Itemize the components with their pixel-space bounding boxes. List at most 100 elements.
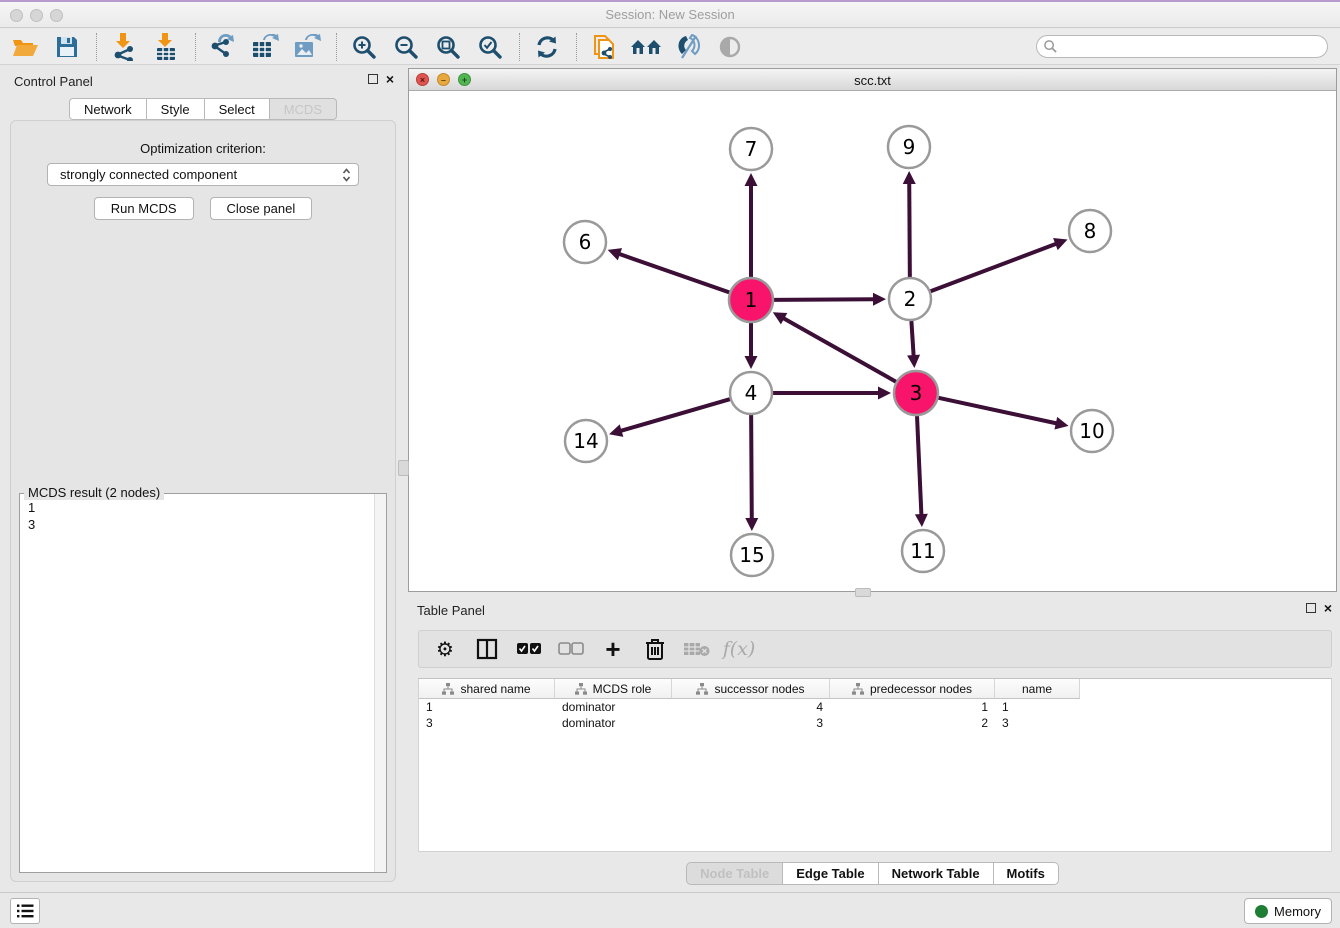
graph-node[interactable]: 2 bbox=[889, 278, 931, 320]
graph-edge[interactable] bbox=[774, 293, 886, 306]
delete-column-icon[interactable] bbox=[641, 635, 669, 663]
cell-name[interactable]: 3 bbox=[995, 715, 1080, 731]
graph-node[interactable]: 1 bbox=[729, 278, 773, 322]
graph-node[interactable]: 11 bbox=[902, 530, 944, 572]
cell-successor-nodes[interactable]: 4 bbox=[672, 699, 830, 715]
select-all-icon[interactable] bbox=[515, 635, 543, 663]
tab-motifs[interactable]: Motifs bbox=[994, 862, 1059, 885]
first-neighbors-icon[interactable] bbox=[629, 32, 663, 62]
network-frame-titlebar[interactable]: × – + scc.txt bbox=[409, 69, 1336, 91]
table-tabs: Node Table Edge Table Network Table Moti… bbox=[405, 862, 1340, 885]
graph-edge[interactable] bbox=[745, 323, 758, 369]
search-field[interactable] bbox=[1036, 35, 1328, 58]
table-panel: Table Panel × ⚙ + f(x) bbox=[405, 597, 1340, 892]
table-panel-float-icon[interactable] bbox=[1306, 603, 1316, 613]
network-canvas[interactable]: 1 2 3 4 6 7 8 9 10 11 14 15 bbox=[409, 91, 1336, 591]
zoom-out-icon[interactable] bbox=[389, 32, 423, 62]
column-header-name[interactable]: name bbox=[995, 679, 1080, 699]
cell-successor-nodes[interactable]: 3 bbox=[672, 715, 830, 731]
edge-arrow-icon bbox=[608, 248, 622, 260]
search-input[interactable] bbox=[1058, 38, 1327, 56]
cell-shared-name[interactable]: 3 bbox=[419, 715, 555, 731]
graph-edge[interactable] bbox=[915, 416, 928, 527]
cell-predecessor-nodes[interactable]: 2 bbox=[830, 715, 995, 731]
control-panel-close-icon[interactable]: × bbox=[386, 73, 394, 85]
run-mcds-button[interactable]: Run MCDS bbox=[94, 197, 194, 220]
edge-arrow-icon bbox=[903, 171, 916, 184]
table-row[interactable]: 1 dominator 4 1 1 bbox=[419, 699, 1331, 715]
import-network-icon[interactable] bbox=[107, 32, 141, 62]
zoom-selected-icon[interactable] bbox=[473, 32, 507, 62]
export-network-icon[interactable] bbox=[206, 32, 240, 62]
memory-button[interactable]: Memory bbox=[1244, 898, 1332, 924]
graph-edge[interactable] bbox=[745, 173, 758, 277]
export-image-icon[interactable] bbox=[290, 32, 324, 62]
column-header-shared-name[interactable]: shared name bbox=[419, 679, 555, 699]
mcds-result-text[interactable]: 1 3 bbox=[20, 494, 386, 872]
graph-edge[interactable] bbox=[907, 321, 920, 368]
node-label: 14 bbox=[573, 429, 598, 453]
edge-arrow-icon bbox=[907, 355, 920, 368]
graph-edge[interactable] bbox=[938, 398, 1068, 430]
graph-node[interactable]: 8 bbox=[1069, 210, 1111, 252]
graph-node[interactable]: 10 bbox=[1071, 410, 1113, 452]
application-window: Session: New Session bbox=[0, 0, 1340, 926]
tab-select[interactable]: Select bbox=[205, 98, 270, 120]
task-history-button[interactable] bbox=[10, 898, 40, 924]
edge-arrow-icon bbox=[915, 514, 928, 527]
refresh-layout-icon[interactable] bbox=[530, 32, 564, 62]
tree-icon bbox=[575, 683, 587, 695]
close-panel-button[interactable]: Close panel bbox=[210, 197, 313, 220]
table-settings-icon[interactable]: ⚙ bbox=[431, 635, 459, 663]
graph-edge[interactable] bbox=[745, 415, 758, 531]
vertical-splitter-handle[interactable] bbox=[398, 460, 409, 476]
cell-mcds-role[interactable]: dominator bbox=[555, 715, 672, 731]
node-label: 7 bbox=[745, 137, 758, 161]
tab-network-table[interactable]: Network Table bbox=[879, 862, 994, 885]
add-column-icon[interactable]: + bbox=[599, 635, 627, 663]
apply-style-icon[interactable] bbox=[671, 32, 705, 62]
graph-edge[interactable] bbox=[773, 387, 891, 400]
cell-shared-name[interactable]: 1 bbox=[419, 699, 555, 715]
graph-edge[interactable] bbox=[608, 248, 730, 292]
mcds-result-scrollbar[interactable] bbox=[374, 494, 386, 872]
horizontal-splitter-handle[interactable] bbox=[855, 588, 871, 597]
column-header-successor-nodes[interactable]: successor nodes bbox=[672, 679, 830, 699]
graph-edge[interactable] bbox=[773, 312, 896, 381]
graph-node[interactable]: 4 bbox=[730, 372, 772, 414]
criterion-dropdown[interactable]: strongly connected component bbox=[47, 163, 359, 186]
export-table-icon[interactable] bbox=[248, 32, 282, 62]
graph-edge[interactable] bbox=[609, 399, 730, 437]
tab-network[interactable]: Network bbox=[69, 98, 147, 120]
table-panel-close-icon[interactable]: × bbox=[1324, 602, 1332, 614]
graph-node[interactable]: 6 bbox=[564, 221, 606, 263]
column-header-predecessor-nodes[interactable]: predecessor nodes bbox=[830, 679, 995, 699]
zoom-fit-icon[interactable] bbox=[431, 32, 465, 62]
clone-network-icon[interactable] bbox=[587, 32, 621, 62]
graph-edge[interactable] bbox=[931, 238, 1068, 291]
graph-edge[interactable] bbox=[903, 171, 916, 277]
show-hide-icon[interactable] bbox=[713, 32, 747, 62]
table-row[interactable]: 3 dominator 3 2 3 bbox=[419, 715, 1331, 731]
open-session-icon[interactable] bbox=[8, 32, 42, 62]
graph-node[interactable]: 9 bbox=[888, 126, 930, 168]
graph-node[interactable]: 15 bbox=[731, 534, 773, 576]
tab-edge-table[interactable]: Edge Table bbox=[783, 862, 878, 885]
tab-node-table[interactable]: Node Table bbox=[686, 862, 783, 885]
zoom-in-icon[interactable] bbox=[347, 32, 381, 62]
control-panel-float-icon[interactable] bbox=[368, 74, 378, 84]
save-session-icon[interactable] bbox=[50, 32, 84, 62]
graph-node[interactable]: 14 bbox=[565, 420, 607, 462]
deselect-all-icon[interactable] bbox=[557, 635, 585, 663]
delete-table-icon bbox=[683, 635, 711, 663]
graph-node[interactable]: 7 bbox=[730, 128, 772, 170]
tab-mcds[interactable]: MCDS bbox=[270, 98, 337, 120]
show-columns-icon[interactable] bbox=[473, 635, 501, 663]
cell-mcds-role[interactable]: dominator bbox=[555, 699, 672, 715]
import-table-icon[interactable] bbox=[149, 32, 183, 62]
cell-predecessor-nodes[interactable]: 1 bbox=[830, 699, 995, 715]
tab-style[interactable]: Style bbox=[147, 98, 205, 120]
graph-node[interactable]: 3 bbox=[894, 371, 938, 415]
cell-name[interactable]: 1 bbox=[995, 699, 1080, 715]
column-header-mcds-role[interactable]: MCDS role bbox=[555, 679, 672, 699]
